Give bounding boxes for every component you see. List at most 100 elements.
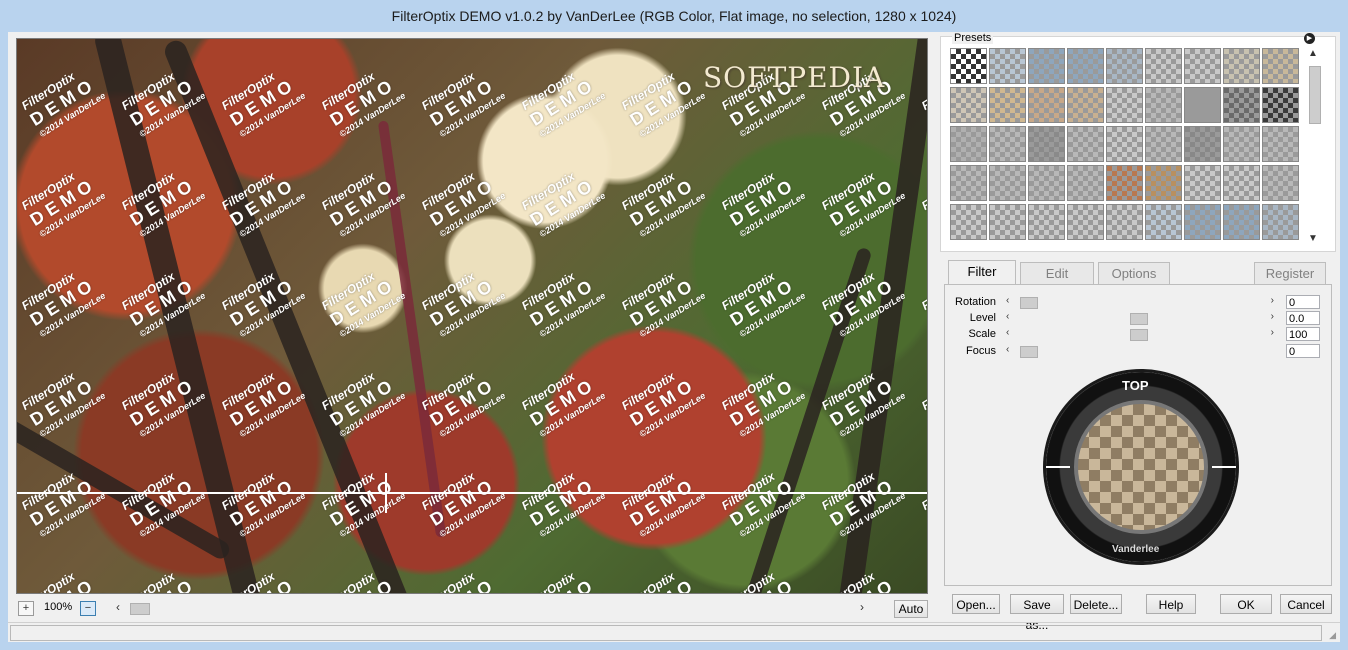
preview-horizontal-scrollbar[interactable]: ‹ ›: [114, 600, 874, 616]
demo-watermark: FilterOptixDEMO©2014 VanDerLee: [519, 161, 607, 239]
slider-knob[interactable]: [1130, 313, 1148, 325]
level-input[interactable]: 0.0: [1286, 311, 1320, 325]
preset-thumbnail[interactable]: [989, 126, 1026, 162]
chevron-left-icon[interactable]: ‹: [1006, 311, 1009, 322]
scale-input[interactable]: 100: [1286, 327, 1320, 341]
preset-thumbnail[interactable]: [1223, 48, 1260, 84]
slider-knob[interactable]: [1130, 329, 1148, 341]
preset-thumbnail[interactable]: [1262, 48, 1299, 84]
filter-glass-preview[interactable]: [1074, 400, 1208, 534]
chevron-left-icon[interactable]: ‹: [1006, 344, 1009, 355]
preset-thumbnail[interactable]: [1067, 87, 1104, 123]
zoom-out-button[interactable]: −: [80, 601, 96, 616]
preset-thumbnail[interactable]: [1145, 165, 1182, 201]
preset-thumbnail[interactable]: [1145, 87, 1182, 123]
presets-menu-icon[interactable]: ▶: [1304, 33, 1315, 44]
open-button[interactable]: Open...: [952, 594, 1000, 614]
level-slider[interactable]: ‹ ›: [1006, 311, 1274, 325]
preset-thumbnail[interactable]: [989, 48, 1026, 84]
preset-thumbnail[interactable]: [1223, 87, 1260, 123]
demo-watermark: FilterOptixDEMO©2014 VanDerLee: [619, 361, 707, 439]
resize-grip-icon[interactable]: ◢: [1329, 630, 1336, 641]
preset-thumbnail[interactable]: [1262, 87, 1299, 123]
preset-thumbnail[interactable]: [1028, 165, 1065, 201]
scale-label: Scale: [968, 328, 996, 340]
preset-thumbnail[interactable]: [1067, 126, 1104, 162]
preset-thumbnail[interactable]: [1028, 126, 1065, 162]
preset-thumbnail[interactable]: [1223, 165, 1260, 201]
preset-thumbnail[interactable]: [1145, 126, 1182, 162]
scroll-left-icon[interactable]: ‹: [116, 600, 128, 614]
preset-thumbnail[interactable]: [1028, 87, 1065, 123]
ok-button[interactable]: OK: [1220, 594, 1272, 614]
preset-thumbnail[interactable]: [989, 204, 1026, 240]
zoom-in-button[interactable]: +: [18, 601, 34, 616]
image-preview[interactable]: FilterOptix DEMO ©2014 VanDerLee FilterOpti…: [16, 38, 928, 594]
preset-thumbnail[interactable]: [950, 165, 987, 201]
preset-thumbnail[interactable]: [1106, 126, 1143, 162]
preset-thumbnail[interactable]: [989, 165, 1026, 201]
scroll-down-icon[interactable]: ▼: [1308, 233, 1318, 244]
delete-button[interactable]: Delete...: [1070, 594, 1122, 614]
preset-thumbnail[interactable]: [1145, 48, 1182, 84]
preset-thumbnail[interactable]: [1067, 48, 1104, 84]
preset-thumbnail[interactable]: [1184, 48, 1221, 84]
chevron-right-icon[interactable]: ›: [1271, 327, 1274, 338]
preset-thumbnail[interactable]: [1184, 126, 1221, 162]
demo-watermark: FilterOptixDEMO©2014 VanDerLee: [19, 61, 107, 139]
rotation-slider[interactable]: ‹ ›: [1006, 295, 1274, 309]
preset-thumbnail[interactable]: [1067, 165, 1104, 201]
chevron-left-icon[interactable]: ‹: [1006, 327, 1009, 338]
tab-edit[interactable]: Edit: [1020, 262, 1094, 284]
preset-thumbnail[interactable]: [1106, 204, 1143, 240]
preset-thumbnail[interactable]: [1145, 204, 1182, 240]
preset-thumbnail[interactable]: [1028, 204, 1065, 240]
preset-thumbnail[interactable]: [1184, 165, 1221, 201]
guide-line-vertical[interactable]: [385, 473, 387, 513]
preset-thumbnail[interactable]: [1184, 204, 1221, 240]
preset-thumbnail[interactable]: [1106, 165, 1143, 201]
preset-thumbnail[interactable]: [1262, 126, 1299, 162]
tab-options[interactable]: Options: [1098, 262, 1170, 284]
chevron-left-icon[interactable]: ‹: [1006, 295, 1009, 306]
auto-button[interactable]: Auto: [894, 600, 928, 618]
focus-slider[interactable]: ‹: [1006, 344, 1274, 358]
preset-thumbnail[interactable]: [1262, 165, 1299, 201]
chevron-right-icon[interactable]: ›: [1271, 311, 1274, 322]
slider-knob[interactable]: [1020, 297, 1038, 309]
demo-watermark: FilterOptixDEMO©2014 VanDerLee: [319, 261, 407, 339]
preset-thumbnail[interactable]: [950, 126, 987, 162]
scrollbar-thumb[interactable]: [1309, 66, 1321, 124]
preset-thumbnail[interactable]: [950, 87, 987, 123]
save-as-button[interactable]: Save as...: [1010, 594, 1064, 632]
demo-watermark: FilterOptixDEMO©2014 VanDerLee: [519, 61, 607, 139]
focus-label: Focus: [966, 345, 996, 357]
preset-thumbnail[interactable]: [989, 87, 1026, 123]
slider-knob[interactable]: [1020, 346, 1038, 358]
preset-thumbnail[interactable]: [1184, 87, 1221, 123]
scale-slider[interactable]: ‹ ›: [1006, 327, 1274, 341]
preset-thumbnail[interactable]: [950, 204, 987, 240]
preset-thumbnail[interactable]: [1223, 126, 1260, 162]
focus-input[interactable]: 0: [1286, 344, 1320, 358]
demo-watermark: FilterOptixDEMO©2014 VanDerLee: [519, 361, 607, 439]
chevron-right-icon[interactable]: ›: [1271, 295, 1274, 306]
tab-register[interactable]: Register: [1254, 262, 1326, 284]
tab-filter[interactable]: Filter: [948, 260, 1016, 284]
preset-thumbnail[interactable]: [1106, 48, 1143, 84]
presets-scrollbar[interactable]: ▲ ▼: [1306, 48, 1322, 244]
preset-thumbnail[interactable]: [1223, 204, 1260, 240]
scroll-up-icon[interactable]: ▲: [1308, 48, 1318, 59]
guide-line-horizontal[interactable]: [17, 492, 927, 494]
preset-thumbnail[interactable]: [1028, 48, 1065, 84]
preset-thumbnail[interactable]: [1106, 87, 1143, 123]
cancel-button[interactable]: Cancel: [1280, 594, 1332, 614]
help-button[interactable]: Help: [1146, 594, 1196, 614]
preset-thumbnail[interactable]: [1262, 204, 1299, 240]
preset-thumbnail[interactable]: [1067, 204, 1104, 240]
status-bar: ◢: [8, 622, 1340, 643]
scrollbar-thumb[interactable]: [130, 603, 150, 615]
rotation-input[interactable]: 0: [1286, 295, 1320, 309]
preset-thumbnail[interactable]: [950, 48, 987, 84]
scroll-right-icon[interactable]: ›: [860, 600, 872, 614]
